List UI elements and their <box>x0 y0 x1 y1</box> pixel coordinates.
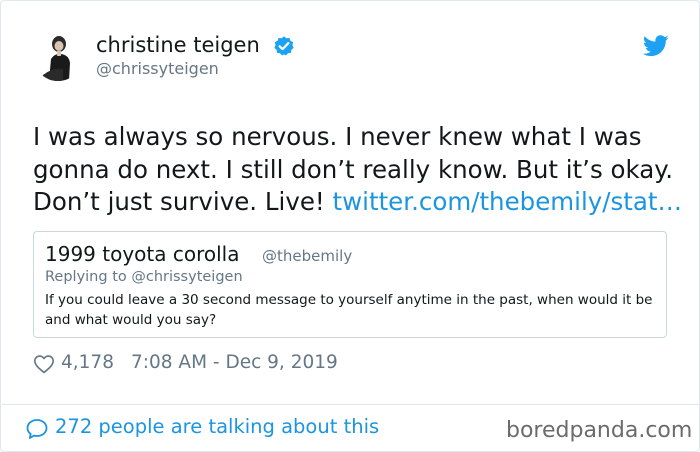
tweet-text-line: I was always so nervous. I never knew wh… <box>33 122 642 151</box>
tweet-timestamp[interactable]: 7:08 AM - Dec 9, 2019 <box>131 352 338 373</box>
quoted-author-name: 1999 toyota corolla <box>45 242 240 266</box>
like-count[interactable]: 4,178 <box>61 352 114 373</box>
replying-to-label: Replying to @chrissyteigen <box>45 269 243 285</box>
tweet-text-segment: Don’t just survive. Live! <box>33 187 333 216</box>
divider <box>2 404 700 405</box>
heart-icon[interactable] <box>33 353 55 375</box>
tweet-text: I was always so nervous. I never knew wh… <box>33 121 683 219</box>
tweet-link[interactable]: twitter.com/thebemily/stat… <box>333 187 682 216</box>
tweet-text-line: Don’t just survive. Live! twitter.com/th… <box>33 186 683 219</box>
quoted-tweet-text: If you could leave a 30 second message t… <box>45 292 653 328</box>
author-name[interactable]: christine teigen <box>96 33 260 57</box>
author-handle[interactable]: @chrissyteigen <box>96 59 219 78</box>
tweet-text-line: gonna do next. I still don’t really know… <box>33 154 674 184</box>
quoted-tweet[interactable]: 1999 toyota corolla @thebemily Replying … <box>33 231 667 338</box>
embedded-tweet-card: christine teigen @chrissyteigen I was al… <box>0 0 700 452</box>
avatar-photo <box>33 31 83 81</box>
talking-about-label: 272 people are talking about this <box>55 415 380 438</box>
speech-bubble-icon <box>26 419 48 439</box>
verified-badge-icon <box>274 36 294 56</box>
quoted-author-handle: @thebemily <box>262 247 353 265</box>
twitter-bird-icon[interactable] <box>643 35 669 57</box>
avatar[interactable] <box>33 31 83 81</box>
watermark: boredpanda.com <box>506 418 693 443</box>
